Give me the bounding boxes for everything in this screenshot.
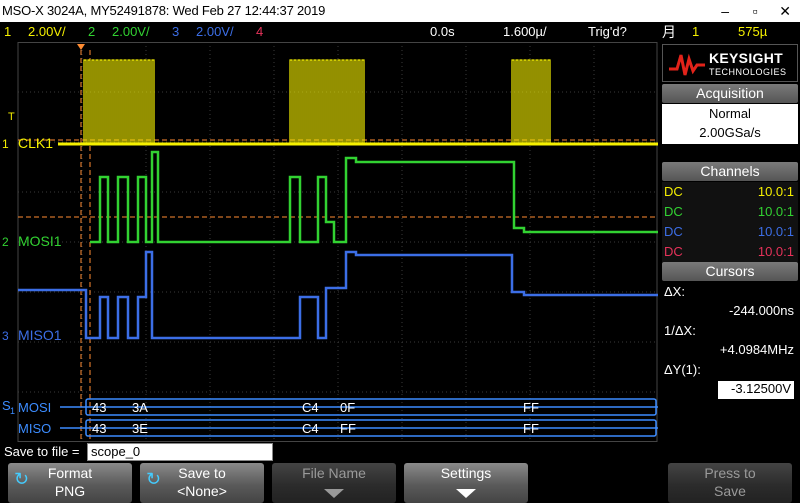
sample-rate: 2.00GSa/s xyxy=(699,125,761,140)
bus-miso-value: 3E xyxy=(132,421,148,436)
bus-miso-value: FF xyxy=(340,421,356,436)
window-title: MSO-X 3024A, MY52491878: Wed Feb 27 12:4… xyxy=(2,3,326,18)
delta-x-label: ΔX: xyxy=(664,284,685,299)
format-softkey[interactable]: ↻ Format PNG xyxy=(8,463,132,503)
acquisition-info: Normal 2.00GSa/s xyxy=(662,104,798,144)
file-name-softkey[interactable]: File Name xyxy=(272,463,396,503)
acquisition-header[interactable]: Acquisition xyxy=(662,84,798,103)
mosi-label: MOSI1 xyxy=(18,233,62,249)
ch2-ground-marker[interactable]: 2 xyxy=(2,235,9,249)
ch3-ground-marker[interactable]: 3 xyxy=(2,329,9,343)
filename-field[interactable]: scope_0 xyxy=(87,443,273,461)
waveform-canvas[interactable]: T 1 CLK1 2 MOSI1 3 MISO1 S 1 MOSI MISO 4… xyxy=(0,42,658,442)
cursors-header[interactable]: Cursors xyxy=(662,262,798,281)
bus-miso-value: C4 xyxy=(302,421,319,436)
brand-name: KEYSIGHT xyxy=(709,50,783,66)
close-icon[interactable]: ✕ xyxy=(770,0,800,22)
save-label: Save to file = xyxy=(4,444,80,459)
delta-y-value: -3.12500V xyxy=(718,381,794,399)
bus-mosi-value: FF xyxy=(523,400,539,415)
window-title-bar: MSO-X 3024A, MY52491878: Wed Feb 27 12:4… xyxy=(0,0,800,22)
channel-2-info: DC 10.0:1 xyxy=(662,202,798,222)
submenu-arrow-icon xyxy=(324,489,344,498)
timebase[interactable]: 1.600µ/ xyxy=(503,22,547,42)
channel-3-info: DC 10.0:1 xyxy=(662,222,798,242)
ch1-ground-marker[interactable]: 1 xyxy=(2,137,9,151)
minimize-icon[interactable]: – xyxy=(710,0,740,22)
channels-header[interactable]: Channels xyxy=(662,162,798,181)
bus-miso-value: 43 xyxy=(92,421,106,436)
waveform-display[interactable]: T 1 CLK1 2 MOSI1 3 MISO1 S 1 MOSI MISO 4… xyxy=(0,42,658,442)
side-panel: KEYSIGHT TECHNOLOGIES Acquisition Normal… xyxy=(660,42,800,442)
brand-sub: TECHNOLOGIES xyxy=(709,67,787,77)
bus-mosi-value: C4 xyxy=(302,400,319,415)
clk-burst xyxy=(511,59,551,144)
bus-miso-value: FF xyxy=(523,421,539,436)
bus-miso-label: MISO xyxy=(18,421,51,436)
clk-burst xyxy=(289,59,365,144)
maximize-icon[interactable]: ▫ xyxy=(740,0,770,22)
trigger-level-marker[interactable]: T xyxy=(8,111,15,123)
keysight-logo: KEYSIGHT TECHNOLOGIES xyxy=(662,44,798,82)
ch1-number[interactable]: 1 xyxy=(4,22,11,42)
ch2-number[interactable]: 2 xyxy=(88,22,95,42)
press-to-save-softkey[interactable]: Press to Save xyxy=(668,463,792,503)
bus-mosi-label: MOSI xyxy=(18,400,51,415)
mosi-trace xyxy=(90,150,658,244)
delta-y-label: ΔY(1): xyxy=(664,362,701,377)
cursors-info: ΔX: -244.000ns 1/ΔX: +4.0984MHz ΔY(1): -… xyxy=(662,282,798,442)
clk-burst xyxy=(83,59,155,144)
inv-delta-x-label: 1/ΔX: xyxy=(664,323,696,338)
ch2-scale[interactable]: 2.00V/ xyxy=(112,22,150,42)
save-to-file-row: Save to file = scope_0 xyxy=(0,442,800,462)
acquisition-mode: Normal xyxy=(709,106,751,121)
ch3-number[interactable]: 3 xyxy=(172,22,179,42)
trigger-level[interactable]: 575µ xyxy=(738,22,767,42)
inv-delta-x-value: +4.0984MHz xyxy=(719,342,794,357)
settings-softkey[interactable]: Settings xyxy=(404,463,528,503)
trigger-source[interactable]: 1 xyxy=(692,22,699,42)
ch4-number[interactable]: 4 xyxy=(256,22,263,42)
mosi-waveform xyxy=(90,150,658,244)
softkey-bar: ↻ Format PNG ↻ Save to <None> File Name … xyxy=(0,462,800,503)
bus-mosi-value: 0F xyxy=(340,400,355,415)
trigger-position-marker[interactable] xyxy=(77,44,85,50)
submenu-arrow-icon xyxy=(456,489,476,498)
clk-label: CLK1 xyxy=(18,135,53,151)
channel-status-row: 1 2.00V/ 2 2.00V/ 3 2.00V/ 4 0.0s 1.600µ… xyxy=(0,22,800,42)
serial-bus-number: 1 xyxy=(10,406,15,416)
ch1-scale[interactable]: 2.00V/ xyxy=(28,22,66,42)
bus-decode-rows: 43 3A C4 0F FF 43 3E C4 FF FF xyxy=(60,398,658,437)
miso-label: MISO1 xyxy=(18,327,62,343)
ch3-scale[interactable]: 2.00V/ xyxy=(196,22,234,42)
channel-1-info: DC 10.0:1 xyxy=(662,182,798,202)
trigger-edge-icon: ⽉ xyxy=(662,24,676,40)
save-to-softkey[interactable]: ↻ Save to <None> xyxy=(140,463,264,503)
keysight-wave-icon xyxy=(669,53,705,76)
channel-4-info: DC 10.0:1 xyxy=(662,242,798,262)
clk-trace xyxy=(58,59,658,146)
bus-mosi-value: 43 xyxy=(92,400,106,415)
delta-x-value: -244.000ns xyxy=(728,303,794,318)
horizontal-delay[interactable]: 0.0s xyxy=(430,22,455,42)
trigger-status: Trig'd? xyxy=(588,24,627,39)
bus-mosi-value: 3A xyxy=(132,400,148,415)
